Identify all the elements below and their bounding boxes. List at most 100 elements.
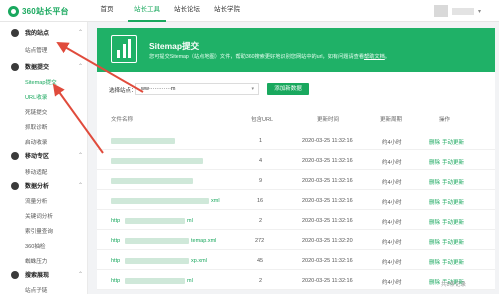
main-panel: Sitemap提交 您可提交Sitemap（站点地图）文件，帮助360搜索更好地… <box>97 28 495 290</box>
update-cycle: 约4小时 <box>382 200 402 206</box>
update-time: 2020-03-25 11:32:16 <box>302 198 353 204</box>
sitemap-url-prefix[interactable]: http <box>111 258 120 264</box>
sidebar: 我的站点 ⌃ 站点管理 数据提交 ⌃ Sitemap提交 URL收录 死链提交 … <box>0 22 88 294</box>
url-count: 2 <box>259 278 263 284</box>
manual-update-link[interactable]: 手动更新 <box>442 218 464 226</box>
sitemap-url-redacted[interactable] <box>111 178 193 184</box>
nav-academy[interactable]: 站长学院 <box>208 0 246 22</box>
help-doc-link[interactable]: 帮助文档 <box>364 54 385 60</box>
sitemap-banner: Sitemap提交 您可提交Sitemap（站点地图）文件，帮助360搜索更好地… <box>97 28 495 72</box>
manual-update-link[interactable]: 手动更新 <box>442 178 464 186</box>
url-count: 16 <box>257 198 264 204</box>
table-row: http ml 2 2020-03-25 11:32:16 约4小时 删除 手动更新 <box>97 272 495 290</box>
sitemap-url-redacted <box>125 238 189 244</box>
url-count: 9 <box>259 178 263 184</box>
sidebar-item-sitelinks[interactable]: 站点子链 <box>25 286 47 294</box>
sitemap-url-suffix[interactable]: xp.xml <box>191 258 207 264</box>
top-bar: 360站长平台 首页 站长工具 站长论坛 站长学院 ▾ <box>0 0 499 22</box>
table-row: xml 16 2020-03-25 11:32:16 约4小时 删除 手动更新 <box>97 192 495 210</box>
delete-link[interactable]: 删除 <box>429 218 440 226</box>
table-row: http ml 2 2020-03-25 11:32:16 约4小时 删除 手动更新 <box>97 212 495 230</box>
update-cycle: 约4小时 <box>382 220 402 226</box>
user-menu[interactable]: ▾ <box>433 5 481 17</box>
record-count: 共8条记录 <box>441 282 467 288</box>
user-circle-icon <box>11 28 19 37</box>
site-select[interactable]: ww············m ▾ <box>135 83 259 95</box>
update-time: 2020-03-25 11:32:16 <box>302 138 353 144</box>
update-cycle: 约4小时 <box>382 240 402 246</box>
sitemap-url-prefix[interactable]: http <box>111 218 120 224</box>
sitemap-url-suffix[interactable]: ml <box>187 218 193 224</box>
sidebar-group-label: 数据分析 <box>25 184 50 190</box>
main-nav: 首页 站长工具 站长论坛 站长学院 <box>88 0 248 22</box>
sidebar-item-url-submit[interactable]: URL收录 <box>25 93 47 101</box>
sitemap-url-redacted[interactable] <box>111 138 175 144</box>
delete-link[interactable]: 删除 <box>429 278 440 286</box>
manual-update-link[interactable]: 手动更新 <box>442 158 464 166</box>
url-count: 45 <box>257 258 264 264</box>
sitemap-url-redacted <box>125 258 189 264</box>
sidebar-item-crawl-diagnose[interactable]: 抓取诊断 <box>25 123 47 131</box>
delete-link[interactable]: 删除 <box>429 178 440 186</box>
sidebar-item-index-query[interactable]: 索引量查询 <box>25 227 53 235</box>
delete-link[interactable]: 删除 <box>429 198 440 206</box>
sitemap-url-suffix[interactable]: temap.xml <box>191 238 216 244</box>
sidebar-item-dead-link[interactable]: 死链提交 <box>25 108 47 116</box>
chevron-up-icon: ⌃ <box>78 64 84 70</box>
add-data-button[interactable]: 添加新数据 <box>267 83 309 95</box>
sidebar-item-site-manage[interactable]: 站点管理 <box>25 46 47 54</box>
sitemap-url-prefix[interactable]: http <box>111 238 120 244</box>
logo-icon <box>8 5 19 17</box>
sidebar-group-label: 移动专区 <box>25 154 50 160</box>
sitemap-url-prefix[interactable]: http <box>111 278 120 284</box>
logo[interactable]: 360站长平台 <box>8 5 69 17</box>
delete-link[interactable]: 删除 <box>429 158 440 166</box>
sidebar-group-analytics[interactable]: 数据分析 ⌃ <box>0 180 88 191</box>
update-cycle: 约4小时 <box>382 140 402 146</box>
sidebar-group-label: 数据提交 <box>25 65 50 71</box>
update-time: 2020-03-25 11:32:16 <box>302 158 353 164</box>
sitemap-url-redacted <box>125 278 185 284</box>
sidebar-item-sitemap[interactable]: Sitemap提交 <box>25 78 57 86</box>
sidebar-item-traffic[interactable]: 流量分析 <box>25 197 47 205</box>
sidebar-item-mobile-adapt[interactable]: 移动适配 <box>25 168 47 176</box>
update-time: 2020-03-25 11:32:16 <box>302 258 353 264</box>
url-count: 1 <box>259 138 263 144</box>
sitemap-url-redacted[interactable] <box>111 158 203 164</box>
manual-update-link[interactable]: 手动更新 <box>442 238 464 246</box>
manual-update-link[interactable]: 手动更新 <box>442 258 464 266</box>
sitemap-url-redacted[interactable] <box>111 198 209 204</box>
update-time: 2020-03-25 11:32:16 <box>302 178 353 184</box>
update-cycle: 约4小时 <box>382 160 402 166</box>
manual-update-link[interactable]: 手动更新 <box>442 138 464 146</box>
table-row: 1 2020-03-25 11:32:16 约4小时 删除 手动更新 <box>97 132 495 150</box>
upload-circle-icon <box>11 62 19 71</box>
sidebar-group-my-sites[interactable]: 我的站点 ⌃ <box>0 27 88 38</box>
nav-forum[interactable]: 站长论坛 <box>168 0 206 22</box>
sidebar-item-start-index[interactable]: 启动收录 <box>25 138 47 146</box>
column-header-update-cycle: 更新周期 <box>380 117 403 123</box>
sidebar-group-data-submit[interactable]: 数据提交 ⌃ <box>0 61 88 72</box>
sidebar-group-search-display[interactable]: 搜索展现 ⌃ <box>0 269 88 280</box>
manual-update-link[interactable]: 手动更新 <box>442 198 464 206</box>
sidebar-item-keywords[interactable]: 关键词分析 <box>25 212 53 220</box>
chevron-up-icon: ⌃ <box>78 30 84 36</box>
logo-text: 360站长平台 <box>22 6 69 16</box>
sitemap-url-suffix[interactable]: ml <box>187 278 193 284</box>
chart-circle-icon <box>11 181 19 190</box>
chevron-up-icon: ⌃ <box>78 272 84 278</box>
column-header-actions: 操作 <box>439 117 451 123</box>
update-cycle: 约4小时 <box>382 180 402 186</box>
column-header-url-count: 包含URL <box>251 117 274 123</box>
sitemap-url-suffix[interactable]: xml <box>211 198 220 204</box>
delete-link[interactable]: 删除 <box>429 238 440 246</box>
page-description: 您可提交Sitemap（站点地图）文件，帮助360搜索更好地识别您网站中的url… <box>149 54 390 60</box>
sidebar-item-360-check[interactable]: 360抽检 <box>25 242 46 250</box>
chevron-down-icon: ▾ <box>477 8 481 15</box>
sidebar-item-spider-pressure[interactable]: 蜘蛛压力 <box>25 257 47 265</box>
delete-link[interactable]: 删除 <box>429 138 440 146</box>
delete-link[interactable]: 删除 <box>429 258 440 266</box>
nav-webmaster-tools[interactable]: 站长工具 <box>128 0 166 22</box>
sidebar-group-mobile[interactable]: 移动专区 ⌃ <box>0 150 88 161</box>
nav-home[interactable]: 首页 <box>88 0 126 22</box>
